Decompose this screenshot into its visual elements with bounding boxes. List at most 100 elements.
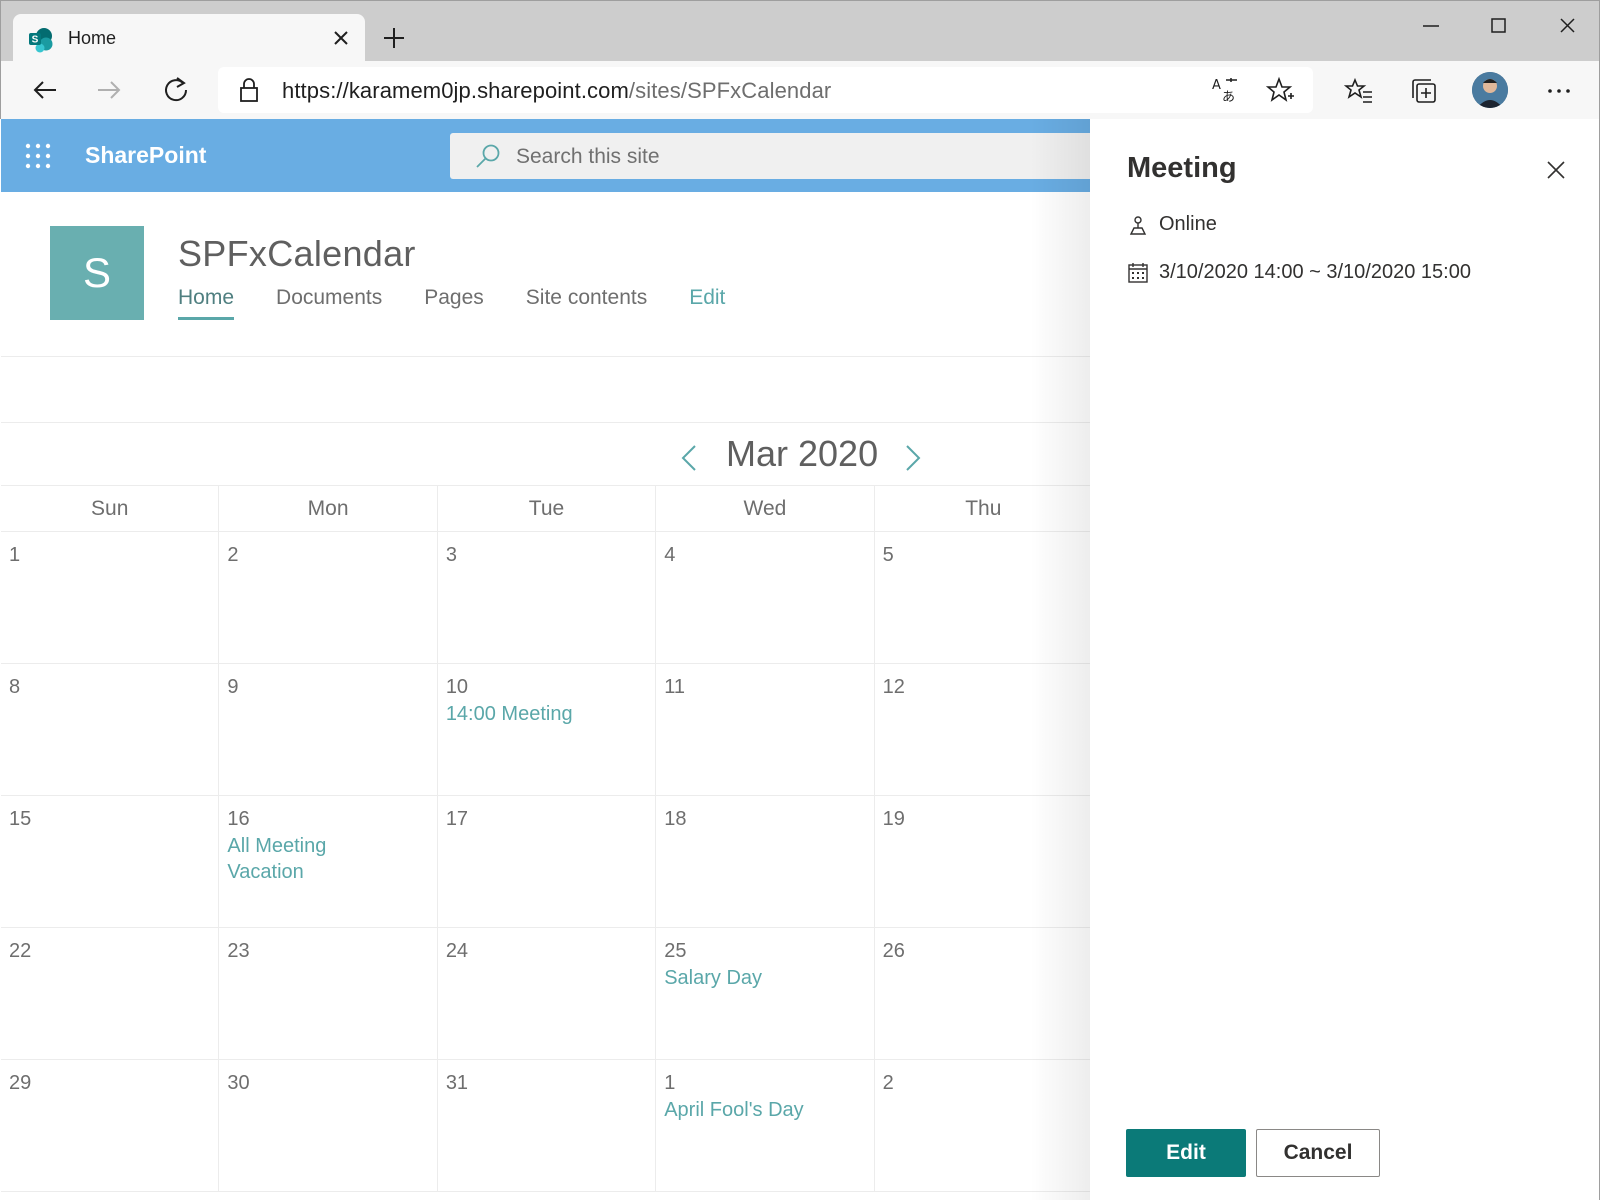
user-avatar-icon <box>1472 72 1508 108</box>
nav-item-site-contents[interactable]: Site contents <box>526 284 647 322</box>
site-logo[interactable]: S <box>50 226 144 320</box>
maximize-icon[interactable] <box>1478 11 1518 41</box>
panel-shadow <box>1030 119 1090 1200</box>
window-close-icon[interactable] <box>1547 11 1587 41</box>
day-number: 22 <box>9 940 32 962</box>
panel-close-icon[interactable] <box>1545 159 1567 181</box>
site-title[interactable]: SPFxCalendar <box>178 233 416 275</box>
calendar-day-cell[interactable]: 8 <box>1 664 220 795</box>
calendar-week: 8 9 10 14:00 Meeting 11 12 <box>1 664 1094 796</box>
nav-item-pages[interactable]: Pages <box>424 284 484 322</box>
calendar-day-cell[interactable]: 15 <box>1 796 220 927</box>
collections-icon[interactable] <box>1409 76 1439 106</box>
calendar-month-title: Mar 2020 <box>726 433 879 474</box>
calendar-week: 15 16 All Meeting Vacation 17 18 19 <box>1 796 1094 928</box>
weekday-tue: Tue <box>438 486 657 531</box>
calendar-day-cell[interactable]: 24 <box>438 928 657 1059</box>
calendar-day-cell[interactable]: 9 <box>219 664 438 795</box>
calendar-day-cell[interactable]: 30 <box>219 1060 438 1191</box>
event-datetime-row: 3/10/2020 14:00 ~ 3/10/2020 15:00 <box>1127 261 1471 284</box>
svg-text:S: S <box>32 35 39 46</box>
calendar-event-link[interactable]: 14:00 Meeting <box>446 701 647 727</box>
new-tab-icon[interactable] <box>381 25 407 51</box>
forward-arrow-icon[interactable] <box>94 75 124 105</box>
calendar-week: 29 30 31 1 April Fool's Day 2 <box>1 1060 1094 1192</box>
next-month-chevron-icon[interactable] <box>902 432 924 482</box>
weekday-sun: Sun <box>1 486 220 531</box>
calendar-weekday-header: Sun Mon Tue Wed Thu <box>1 485 1094 532</box>
favorites-icon[interactable] <box>1344 76 1374 106</box>
calendar-icon <box>1128 262 1148 283</box>
calendar-day-cell[interactable]: 4 <box>656 532 875 663</box>
calendar-day-cell[interactable]: 1 April Fool's Day <box>656 1060 875 1191</box>
app-launcher-waffle-icon[interactable] <box>25 143 51 169</box>
calendar-day-cell[interactable]: 23 <box>219 928 438 1059</box>
calendar-day-cell[interactable]: 22 <box>1 928 220 1059</box>
profile-avatar[interactable] <box>1472 72 1508 108</box>
event-location: Online <box>1159 213 1217 235</box>
sharepoint-brand-link[interactable]: SharePoint <box>85 142 206 169</box>
previous-month-chevron-icon[interactable] <box>678 432 700 482</box>
day-number: 30 <box>227 1072 250 1094</box>
calendar-day-cell[interactable]: 17 <box>438 796 657 927</box>
calendar-event-link[interactable]: Vacation <box>227 859 428 885</box>
lock-icon[interactable] <box>238 77 260 103</box>
location-pin-icon <box>1129 215 1147 235</box>
weekday-mon: Mon <box>219 486 438 531</box>
refresh-icon[interactable] <box>161 75 191 105</box>
calendar-day-cell[interactable]: 11 <box>656 664 875 795</box>
calendar-week: 22 23 24 25 Salary Day 26 <box>1 928 1094 1060</box>
calendar-event-link[interactable]: Salary Day <box>664 965 865 991</box>
url-path: /sites/SPFxCalendar <box>628 78 832 103</box>
calendar-week: 1 2 3 4 5 <box>1 532 1094 664</box>
calendar-day-cell[interactable]: 18 <box>656 796 875 927</box>
nav-item-documents[interactable]: Documents <box>276 284 382 322</box>
calendar-event-link[interactable]: April Fool's Day <box>664 1097 865 1123</box>
day-number: 8 <box>9 676 21 698</box>
day-number: 15 <box>9 808 32 830</box>
day-number: 25 <box>664 940 687 962</box>
cancel-button[interactable]: Cancel <box>1256 1129 1380 1177</box>
event-details-panel: Meeting Online 3/10/2020 14:00 ~ 3/10/20… <box>1090 119 1600 1200</box>
site-search-box[interactable]: Search this site <box>450 133 1091 179</box>
calendar-day-cell[interactable]: 10 14:00 Meeting <box>438 664 657 795</box>
add-favorite-star-icon[interactable] <box>1266 76 1294 104</box>
url-text[interactable]: https://karamem0jp.sharepoint.com/sites/… <box>282 78 831 104</box>
day-number: 1 <box>9 544 21 566</box>
calendar-day-cell[interactable]: 3 <box>438 532 657 663</box>
day-number: 18 <box>664 808 687 830</box>
svg-text:あ: あ <box>1222 90 1235 104</box>
nav-edit-link[interactable]: Edit <box>689 284 725 322</box>
event-datetime: 3/10/2020 14:00 ~ 3/10/2020 15:00 <box>1159 261 1471 283</box>
browser-toolbar: https://karamem0jp.sharepoint.com/sites/… <box>0 61 1600 119</box>
more-options-icon[interactable] <box>1544 76 1574 106</box>
edit-button[interactable]: Edit <box>1126 1129 1246 1177</box>
search-input[interactable]: Search this site <box>516 145 660 169</box>
panel-title: Meeting <box>1127 152 1237 184</box>
address-bar[interactable]: https://karamem0jp.sharepoint.com/sites/… <box>218 67 1313 113</box>
close-tab-icon[interactable] <box>329 26 353 50</box>
nav-item-home[interactable]: Home <box>178 284 235 322</box>
calendar-day-cell[interactable]: 1 <box>1 532 220 663</box>
sharepoint-favicon-icon: S <box>29 28 53 53</box>
browser-tab[interactable]: S Home <box>13 14 365 62</box>
day-number: 4 <box>664 544 676 566</box>
calendar-day-cell[interactable]: 31 <box>438 1060 657 1191</box>
tab-title: Home <box>68 28 117 48</box>
day-number: 11 <box>664 676 685 698</box>
svg-text:A: A <box>1212 78 1221 93</box>
day-number: 31 <box>445 1072 469 1094</box>
calendar-day-cell[interactable]: 2 <box>219 532 438 663</box>
day-number: 3 <box>445 544 457 566</box>
url-host: https://karamem0jp.sharepoint.com <box>282 78 629 103</box>
calendar-day-cell[interactable]: 16 All Meeting Vacation <box>219 796 438 927</box>
calendar-event-link[interactable]: All Meeting <box>227 833 428 859</box>
calendar-day-cell[interactable]: 29 <box>1 1060 220 1191</box>
translate-icon[interactable]: A あ <box>1211 76 1239 104</box>
minimize-icon[interactable] <box>1411 11 1451 41</box>
calendar-day-cell[interactable]: 25 Salary Day <box>656 928 875 1059</box>
day-number: 1 <box>664 1072 676 1094</box>
day-number: 9 <box>227 676 239 698</box>
back-arrow-icon[interactable] <box>30 75 60 105</box>
sharepoint-suite-bar: SharePoint Search this site <box>1 119 1091 192</box>
